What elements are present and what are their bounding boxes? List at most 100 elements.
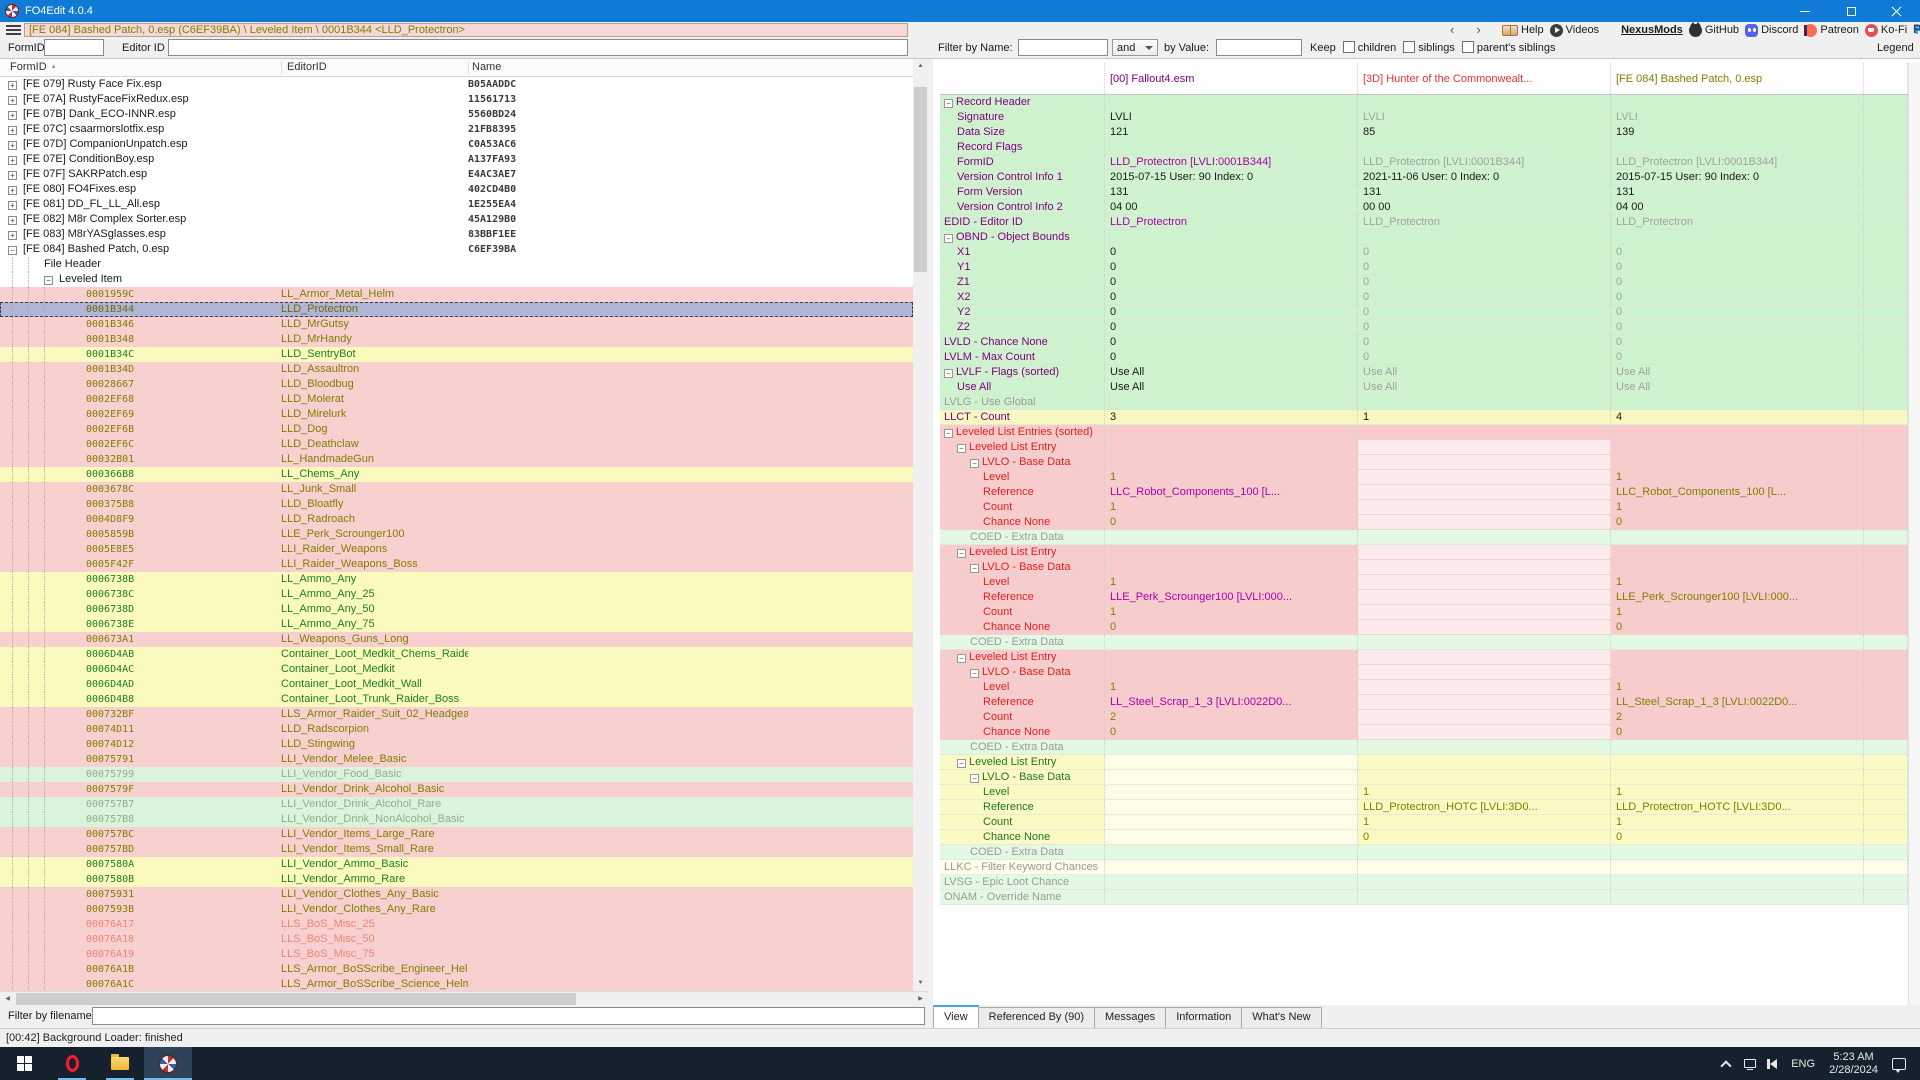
record-row-label-cell[interactable]: Chance None [940, 830, 1105, 844]
record-value-cell[interactable]: 1 [1611, 575, 1864, 589]
record-row-label-cell[interactable]: Level [940, 680, 1105, 694]
record-value-cell[interactable]: 0 [1611, 320, 1864, 334]
record-row-label-cell[interactable]: Record Flags [940, 140, 1105, 154]
record-value-cell[interactable] [1105, 665, 1358, 679]
record-value-cell[interactable]: 0 [1105, 320, 1358, 334]
record-row-label-cell[interactable]: −Record Header [940, 95, 1105, 109]
item-editorid-cell[interactable]: LLD_Protectron [281, 302, 468, 317]
record-value-cell[interactable] [1358, 485, 1611, 499]
record-value-cell[interactable]: 0 [1611, 350, 1864, 364]
record-value-cell[interactable]: 0 [1611, 275, 1864, 289]
item-editorid-cell[interactable]: LLI_Vendor_Melee_Basic [281, 752, 468, 767]
link-github[interactable]: GitHub [1689, 24, 1739, 37]
record-value-cell[interactable]: 2 [1105, 710, 1358, 724]
record-value-cell[interactable]: 0 [1358, 305, 1611, 319]
tree-row[interactable]: 0001B346LLD_MrGutsy [0, 317, 913, 332]
record-value-cell[interactable]: Use All [1358, 380, 1611, 394]
tree-row[interactable]: 00076A17LLS_BoS_Misc_25 [0, 917, 913, 932]
record-value-cell[interactable] [1358, 620, 1611, 634]
collapse-icon[interactable]: − [944, 99, 953, 108]
item-formid-cell[interactable]: 00076A17 [0, 917, 281, 932]
record-value-cell[interactable] [1358, 500, 1611, 514]
item-formid-cell[interactable]: 00076A19 [0, 947, 281, 962]
tree-row[interactable]: 00076A19LLS_BoS_Misc_75 [0, 947, 913, 962]
record-value-cell[interactable]: LLD_Protectron_HOTC [LVLI:3D0... [1611, 800, 1864, 814]
collapse-icon[interactable]: − [944, 369, 953, 378]
record-value-cell[interactable] [1105, 815, 1358, 829]
record-value-cell[interactable]: LVLI [1105, 110, 1358, 124]
tree-row[interactable]: 0007580ALLI_Vendor_Ammo_Basic [0, 857, 913, 872]
record-row-label-cell[interactable]: Count [940, 815, 1105, 829]
tree-row[interactable]: 0005E8E5LLI_Raider_Weapons [0, 542, 913, 557]
record-value-cell[interactable]: 0 [1611, 515, 1864, 529]
tree-row[interactable]: +[FE 07D] CompanionUnpatch.espC0A53AC6 [0, 137, 913, 152]
item-editorid-cell[interactable]: LL_Chems_Any [281, 467, 468, 482]
item-formid-cell[interactable]: 000732BF [0, 707, 281, 722]
record-value-cell[interactable]: 3 [1105, 410, 1358, 424]
item-editorid-cell[interactable]: LLI_Vendor_Drink_Alcohol_Rare [281, 797, 468, 812]
item-editorid-cell[interactable]: LLI_Vendor_Clothes_Any_Rare [281, 902, 468, 917]
collapse-icon[interactable]: − [957, 549, 966, 558]
tray-expand-icon[interactable] [1721, 1060, 1732, 1071]
record-row-label-cell[interactable]: −LVLO - Base Data [940, 560, 1105, 574]
record-value-cell[interactable]: 139 [1611, 125, 1864, 139]
record-row-label-cell[interactable]: LVLG - Use Global [940, 395, 1105, 409]
item-editorid-cell[interactable]: LLI_Vendor_Ammo_Basic [281, 857, 468, 872]
record-value-cell[interactable] [1611, 140, 1864, 154]
record-value-cell[interactable]: LLD_Protectron [LVLI:0001B344] [1358, 155, 1611, 169]
tree-row[interactable]: 0002EF6BLLD_Dog [0, 422, 913, 437]
record-value-cell[interactable] [1105, 770, 1358, 784]
link-discord[interactable]: Discord [1745, 24, 1798, 37]
record-value-cell[interactable] [1358, 575, 1611, 589]
record-value-cell[interactable] [1611, 425, 1864, 439]
record-value-cell[interactable] [1611, 530, 1864, 544]
record-value-cell[interactable]: 0 [1611, 245, 1864, 259]
record-value-cell[interactable] [1611, 635, 1864, 649]
language-indicator[interactable]: ENG [1791, 1058, 1815, 1070]
record-value-cell[interactable]: 0 [1358, 275, 1611, 289]
filter-value-input[interactable] [1216, 39, 1302, 56]
record-value-cell[interactable]: 131 [1611, 185, 1864, 199]
record-value-cell[interactable] [1105, 140, 1358, 154]
tree-row[interactable]: +[FE 07B] Dank_ECO-INNR.esp5560BD24 [0, 107, 913, 122]
filter-operator-select[interactable]: and [1112, 39, 1158, 56]
record-value-cell[interactable] [1358, 230, 1611, 244]
record-value-cell[interactable] [1105, 560, 1358, 574]
item-editorid-cell[interactable]: LL_Ammo_Any_75 [281, 617, 468, 632]
collapse-icon[interactable]: − [957, 759, 966, 768]
tree-row[interactable]: +[FE 082] M8r Complex Sorter.esp45A129B0 [0, 212, 913, 227]
formid-input[interactable] [44, 39, 104, 56]
record-value-cell[interactable]: 1 [1358, 410, 1611, 424]
tree-row[interactable]: 0001B344LLD_Protectron [0, 302, 913, 317]
record-row-label-cell[interactable]: −LVLO - Base Data [940, 455, 1105, 469]
expand-icon[interactable]: + [8, 171, 17, 180]
link-patreon[interactable]: Patreon [1804, 24, 1859, 37]
record-value-cell[interactable]: 0 [1358, 320, 1611, 334]
record-value-cell[interactable] [1358, 425, 1611, 439]
menu-icon[interactable] [6, 25, 21, 35]
item-formid-cell[interactable]: 0005859B [0, 527, 281, 542]
item-formid-cell[interactable]: 0005E8E5 [0, 542, 281, 557]
expand-icon[interactable]: + [8, 201, 17, 210]
item-formid-cell[interactable]: 000366B8 [0, 467, 281, 482]
record-value-cell[interactable] [1358, 635, 1611, 649]
item-editorid-cell[interactable]: LLI_Vendor_Clothes_Any_Basic [281, 887, 468, 902]
breadcrumb[interactable]: [FE 084] Bashed Patch, 0.esp (C6EF39BA) … [24, 23, 908, 37]
keep-option-children[interactable]: children [1343, 41, 1397, 54]
collapse-icon[interactable]: − [970, 564, 979, 573]
record-value-cell[interactable]: 0 [1105, 305, 1358, 319]
record-value-cell[interactable] [1105, 890, 1358, 904]
record-value-cell[interactable]: 0 [1105, 260, 1358, 274]
tree-row[interactable]: 0006D4ABContainer_Loot_Medkit_Chems_Raid… [0, 647, 913, 662]
collapse-icon[interactable]: − [970, 459, 979, 468]
record-row-label-cell[interactable]: Chance None [940, 725, 1105, 739]
record-value-cell[interactable]: 1 [1105, 575, 1358, 589]
tree-row[interactable]: 00075791LLI_Vendor_Melee_Basic [0, 752, 913, 767]
record-column-2[interactable]: [3D] Hunter of the Commonwealt... [1358, 63, 1611, 94]
editorid-input[interactable] [168, 39, 908, 56]
record-row-label-cell[interactable]: −OBND - Object Bounds [940, 230, 1105, 244]
record-value-cell[interactable] [1611, 875, 1864, 889]
record-value-cell[interactable] [1105, 830, 1358, 844]
item-formid-cell[interactable]: 0002EF69 [0, 407, 281, 422]
record-value-cell[interactable]: 0 [1105, 290, 1358, 304]
